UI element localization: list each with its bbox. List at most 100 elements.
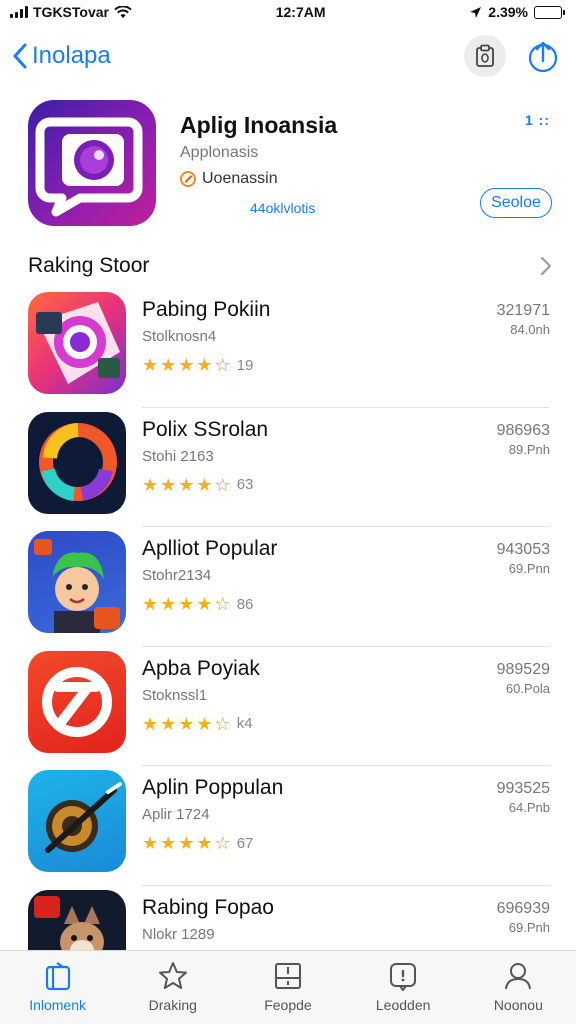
app-metric: 321971 — [496, 302, 550, 319]
app-row[interactable]: Apba Poyiak Stoknssl1 ★ ★ ★ ★ ☆ k4 989529 60.… — [0, 647, 576, 766]
tab-bar: Inlomenk Draking Feopde Leodden Noonou — [0, 950, 576, 1024]
rating-count: 86 — [236, 595, 254, 613]
app-name: Apba Poyiak — [142, 656, 260, 680]
developer-badge-icon — [180, 171, 196, 187]
star-filled-icon: ★ — [142, 355, 159, 375]
apps-icon — [274, 963, 301, 989]
share-icon — [528, 41, 558, 73]
star-empty-icon: ☆ — [214, 713, 231, 734]
featured-app[interactable]: Aplig Inoansia Applonasis Uoenassin 44ok… — [0, 96, 576, 232]
star-empty-icon: ☆ — [214, 355, 231, 375]
star-icon — [158, 962, 187, 989]
status-left: TGKSTovar — [10, 4, 132, 20]
app-metric: 993525 — [496, 780, 550, 797]
app-name: Aplliot Popular — [142, 537, 278, 560]
app-name: Polix SSrolan — [142, 417, 269, 441]
star-filled-icon: ★ — [178, 833, 195, 853]
star-filled-icon: ★ — [160, 474, 177, 495]
tab-apps[interactable]: Feopde — [238, 961, 338, 1013]
featured-app-subtitle: Applonasis — [180, 144, 259, 161]
tab-label: Inlomenk — [29, 997, 86, 1013]
star-filled-icon: ★ — [178, 594, 195, 614]
star-empty-icon: ☆ — [214, 833, 231, 853]
app-size: 89.Pnh — [508, 441, 550, 457]
tab-today[interactable]: Inlomenk — [8, 961, 108, 1013]
nav-actions — [464, 35, 560, 77]
app-rating: ★ ★ ★ ★ ☆ 19 — [142, 356, 253, 374]
tab-ranking[interactable]: Draking — [123, 961, 223, 1013]
star-filled-icon: ★ — [160, 355, 177, 375]
app-subtitle: Stohr2134 — [142, 567, 212, 584]
tab-search[interactable]: Leodden — [353, 961, 453, 1013]
app-rating: ★ ★ ★ ★ ☆ 63 — [142, 476, 253, 494]
get-button[interactable]: Seoloe — [480, 188, 552, 218]
wifi-icon — [114, 5, 132, 18]
status-right: 2.39% — [469, 4, 565, 20]
status-bar: TGKSTovar 12:7AM 2.39% — [0, 0, 576, 24]
app-size: 84.0nh — [510, 322, 550, 337]
featured-app-rank: 1 :: — [525, 112, 550, 128]
app-icon — [28, 770, 126, 872]
rating-count: 19 — [236, 356, 254, 374]
app-row[interactable]: Pabing Pokiin Stolknosn4 ★ ★ ★ ★ ☆ 19 321971 … — [0, 288, 576, 408]
featured-app-icon — [28, 100, 156, 226]
nav-bar: Inolapa — [0, 24, 576, 88]
star-filled-icon: ★ — [196, 594, 213, 614]
app-subtitle: Stohi 2163 — [142, 447, 214, 465]
star-filled-icon: ★ — [142, 474, 159, 495]
app-name: Aplin Poppulan — [142, 776, 284, 799]
tab-label: Leodden — [375, 997, 431, 1013]
back-button[interactable]: Inolapa — [12, 42, 111, 70]
star-filled-icon: ★ — [142, 594, 159, 614]
star-filled-icon: ★ — [178, 355, 195, 375]
tab-label: Noonou — [493, 997, 543, 1013]
star-empty-icon: ☆ — [214, 474, 231, 495]
chevron-right-icon — [540, 256, 552, 276]
star-filled-icon: ★ — [142, 713, 159, 734]
app-rating: ★ ★ ★ ★ ☆ k4 — [142, 715, 253, 733]
star-filled-icon: ★ — [142, 833, 159, 853]
app-row[interactable]: Aplliot Popular Stohr2134 ★ ★ ★ ★ ☆ 86 943053… — [0, 527, 576, 647]
featured-app-developer[interactable]: Uoenassin — [180, 170, 278, 188]
ranking-section-header[interactable]: Raking Stoor — [28, 250, 552, 282]
developer-name: Uoenassin — [202, 170, 278, 187]
star-filled-icon: ★ — [196, 713, 213, 734]
featured-app-link[interactable]: 44oklvlotis — [250, 200, 315, 216]
app-subtitle: Stolknosn4 — [142, 328, 217, 345]
status-time: 12:7AM — [275, 4, 326, 20]
search-icon — [390, 963, 417, 991]
app-metric: 696939 — [496, 899, 550, 917]
app-size: 69.Pnh — [508, 919, 550, 935]
carrier-label: TGKSTovar — [33, 4, 109, 20]
app-size: 69.Pnn — [508, 561, 550, 576]
app-metric: 943053 — [496, 541, 550, 558]
app-row[interactable]: Aplin Poppulan Aplir 1724 ★ ★ ★ ★ ☆ 67 993525… — [0, 766, 576, 886]
signal-icon — [10, 6, 28, 18]
rating-count: 63 — [236, 476, 254, 493]
app-size: 64.Pnb — [508, 800, 550, 815]
back-label: Inolapa — [32, 42, 111, 69]
app-rating: ★ ★ ★ ★ ☆ 67 — [142, 834, 253, 852]
app-name: Rabing Fopao — [142, 895, 274, 919]
app-icon — [28, 292, 126, 394]
app-rating: ★ ★ ★ ★ ☆ 86 — [142, 595, 253, 613]
clipboard-button[interactable] — [464, 35, 506, 77]
star-filled-icon: ★ — [178, 474, 195, 495]
chevron-left-icon — [13, 43, 27, 69]
share-button[interactable] — [526, 35, 560, 77]
app-subtitle: Nlokr 1289 — [142, 925, 215, 943]
app-subtitle: Stoknssl1 — [142, 686, 208, 704]
today-icon — [45, 962, 70, 991]
rating-count: k4 — [236, 715, 253, 732]
battery-icon — [533, 5, 565, 19]
rating-count: 67 — [236, 834, 254, 852]
app-row[interactable]: Polix SSrolan Stohi 2163 ★ ★ ★ ★ ☆ 63 986963 … — [0, 408, 576, 527]
app-icon — [28, 531, 126, 633]
star-filled-icon: ★ — [196, 833, 213, 853]
app-icon — [28, 411, 126, 514]
location-arrow-icon — [470, 6, 482, 18]
tab-profile[interactable]: Noonou — [468, 961, 568, 1013]
star-filled-icon: ★ — [178, 713, 195, 734]
section-title: Raking Stoor — [28, 254, 150, 277]
app-metric: 986963 — [496, 421, 550, 439]
